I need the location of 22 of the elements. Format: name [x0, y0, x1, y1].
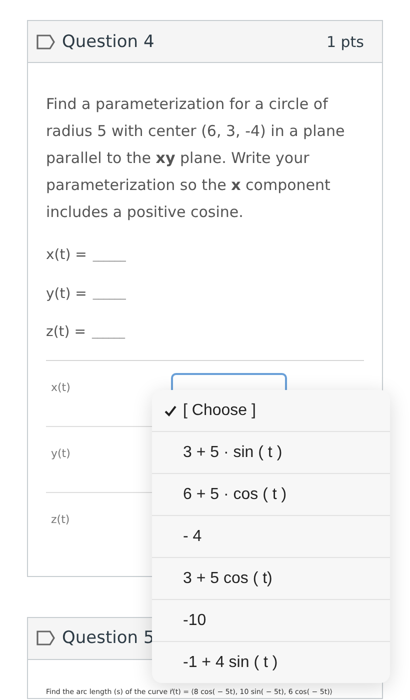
match-label: x(t): [51, 380, 70, 394]
flag-icon[interactable]: [36, 630, 56, 646]
dropdown-option[interactable]: [ Choose ]: [152, 390, 390, 431]
blank-label: z(t) =: [46, 324, 86, 340]
match-label: z(t): [51, 512, 70, 526]
dropdown-option[interactable]: 3 + 5 cos ( t): [152, 557, 390, 599]
question-text: Find a parameterization for a circle of radius 5 with center (6, 3, -4) in a plane parallel to the xy plane. Write your parameterization so the x component includes a positive cosine.: [46, 94, 346, 223]
blank-line: ______: [92, 287, 126, 300]
dropdown-option[interactable]: -10: [152, 599, 390, 641]
check-icon: [164, 404, 177, 416]
match-label: y(t): [51, 446, 70, 460]
blank-label: x(t) =: [46, 247, 87, 264]
dropdown-option[interactable]: 3 + 5 · sin ( t ): [152, 431, 390, 473]
dropdown-option[interactable]: - 4: [152, 515, 390, 557]
question-points: 1 pts: [326, 32, 364, 50]
flag-icon[interactable]: [36, 34, 56, 50]
dropdown-option[interactable]: -1 + 4 sin ( t ): [152, 641, 390, 683]
blank-line: ______: [92, 248, 126, 262]
blank-line: ______: [92, 326, 125, 339]
blank-label: y(t) =: [46, 286, 87, 302]
question-title: Question 4: [62, 32, 156, 52]
dropdown-option[interactable]: 6 + 5 · cos ( t ): [152, 473, 390, 515]
